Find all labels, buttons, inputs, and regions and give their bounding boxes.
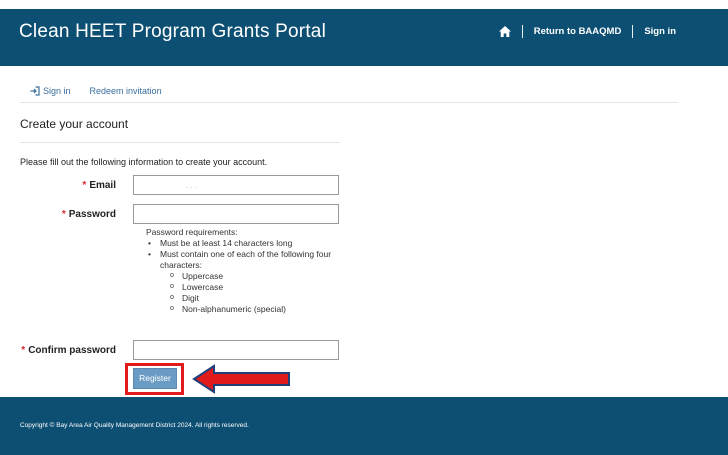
email-label: * Email xyxy=(82,180,116,191)
required-marker: * xyxy=(61,209,66,220)
character-type-item: Lowercase xyxy=(170,281,346,293)
account-tabs: Sign in Redeem invitation xyxy=(30,86,181,96)
requirement-item: Must contain one of each of the followin… xyxy=(146,249,346,271)
email-label-text: Email xyxy=(89,180,116,191)
copyright-text: Copyright © Bay Area Air Quality Managem… xyxy=(20,422,249,429)
tab-redeem-invitation-label: Redeem invitation xyxy=(89,86,162,96)
page-title: Create your account xyxy=(20,117,129,131)
tab-sign-in-label: Sign in xyxy=(43,86,71,96)
pointer-arrow xyxy=(192,364,290,394)
return-to-baaqmd-link[interactable]: Return to BAAQMD xyxy=(534,26,622,37)
character-types-list: Uppercase Lowercase Digit Non-alphanumer… xyxy=(146,270,346,315)
requirements-heading: Password requirements: xyxy=(146,227,238,237)
form-intro: Please fill out the following informatio… xyxy=(20,157,268,167)
confirm-password-label-text: Confirm password xyxy=(28,345,116,356)
tabs-divider xyxy=(20,102,678,103)
header-nav: Return to BAAQMD Sign in xyxy=(498,25,676,38)
site-header: Clean HEET Program Grants Portal Return … xyxy=(0,9,728,66)
password-field[interactable] xyxy=(133,204,339,224)
requirements-list: Must be at least 14 characters long Must… xyxy=(146,238,346,271)
confirm-password-label: * Confirm password xyxy=(21,345,116,356)
nav-separator xyxy=(632,25,634,38)
nav-separator xyxy=(521,25,523,38)
requirement-item: Must be at least 14 characters long xyxy=(146,238,346,249)
password-label-text: Password xyxy=(68,209,116,220)
home-icon[interactable] xyxy=(498,26,511,37)
character-type-item: Non-alphanumeric (special) xyxy=(170,303,346,315)
character-type-item: Uppercase xyxy=(170,270,346,282)
email-field-value: . . . xyxy=(186,181,198,190)
password-requirements: Password requirements: Must be at least … xyxy=(146,227,346,315)
character-type-item: Digit xyxy=(170,292,346,304)
confirm-password-field[interactable] xyxy=(133,340,339,360)
site-footer: Copyright © Bay Area Air Quality Managem… xyxy=(0,397,728,455)
tab-sign-in[interactable]: Sign in xyxy=(30,86,71,96)
tab-redeem-invitation[interactable]: Redeem invitation xyxy=(90,86,162,96)
sign-in-icon xyxy=(30,86,40,96)
required-marker: * xyxy=(82,180,87,191)
email-field[interactable]: . . . xyxy=(133,175,339,195)
header-sign-in-link[interactable]: Sign in xyxy=(644,26,676,37)
title-divider xyxy=(20,142,340,143)
portal-title[interactable]: Clean HEET Program Grants Portal xyxy=(19,21,326,43)
required-marker: * xyxy=(21,345,26,356)
top-strip xyxy=(0,0,728,9)
password-label: * Password xyxy=(62,209,116,220)
register-button[interactable]: Register xyxy=(133,368,177,389)
